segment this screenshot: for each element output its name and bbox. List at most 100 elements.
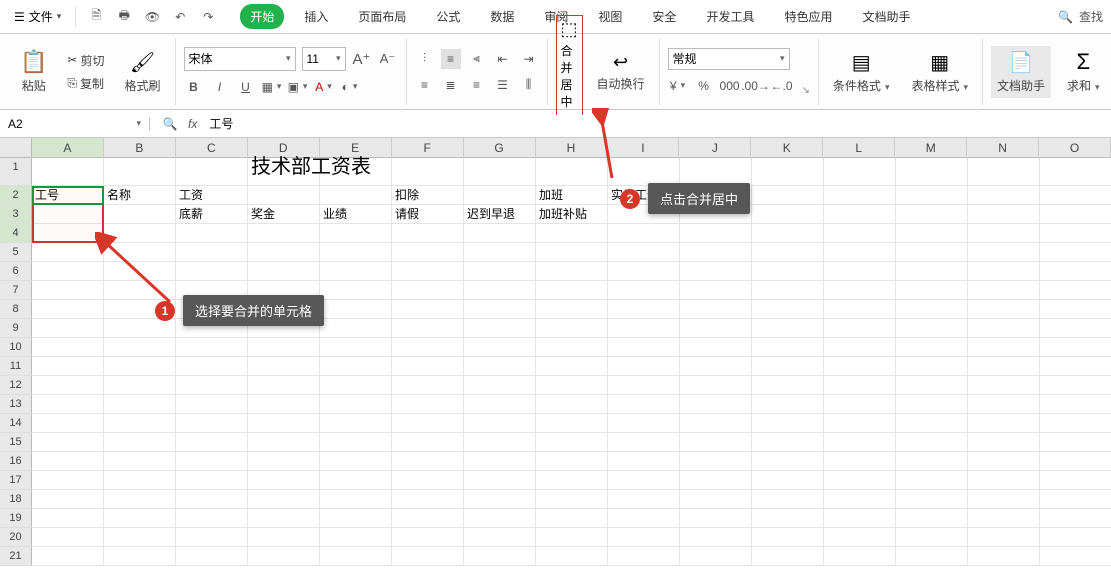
col-header-M[interactable]: M	[895, 138, 967, 158]
cell-B20[interactable]	[104, 528, 176, 547]
cell-J11[interactable]	[680, 357, 752, 376]
cell-H14[interactable]	[536, 414, 608, 433]
cell-A9[interactable]	[32, 319, 104, 338]
cell-K9[interactable]	[752, 319, 824, 338]
cell-F12[interactable]	[392, 376, 464, 395]
cell-N20[interactable]	[968, 528, 1040, 547]
cell-D19[interactable]	[248, 509, 320, 528]
cell-C15[interactable]	[176, 433, 248, 452]
cell-I5[interactable]	[608, 243, 680, 262]
cell-A8[interactable]	[32, 300, 104, 319]
cell-N16[interactable]	[968, 452, 1040, 471]
cell-A20[interactable]	[32, 528, 104, 547]
cell-H9[interactable]	[536, 319, 608, 338]
cell-C21[interactable]	[176, 547, 248, 566]
cell-F19[interactable]	[392, 509, 464, 528]
search-button[interactable]: 🔍 查找	[1058, 8, 1103, 25]
dialog-launcher-icon[interactable]: ↘	[802, 85, 810, 96]
cell-H1[interactable]	[536, 158, 608, 186]
cell-K18[interactable]	[752, 490, 824, 509]
cell-O14[interactable]	[1040, 414, 1111, 433]
cell-I2[interactable]: 实发工资	[608, 186, 680, 205]
cell-O18[interactable]	[1040, 490, 1111, 509]
cell-E16[interactable]	[320, 452, 392, 471]
cell-O12[interactable]	[1040, 376, 1111, 395]
cell-L11[interactable]	[824, 357, 896, 376]
cell-N6[interactable]	[968, 262, 1040, 281]
cell-G20[interactable]	[464, 528, 536, 547]
cell-I17[interactable]	[608, 471, 680, 490]
underline-button[interactable]: U	[236, 77, 256, 97]
cell-H12[interactable]	[536, 376, 608, 395]
cell-F5[interactable]	[392, 243, 464, 262]
cell-O16[interactable]	[1040, 452, 1111, 471]
cell-B6[interactable]	[104, 262, 176, 281]
cell-B11[interactable]	[104, 357, 176, 376]
cell-H4[interactable]	[536, 224, 608, 243]
merge-center-button[interactable]: ⬚ 合并居中 ▾	[556, 15, 583, 128]
row-header-12[interactable]: 12	[0, 376, 32, 395]
col-header-B[interactable]: B	[104, 138, 176, 158]
cell-N3[interactable]	[968, 205, 1040, 224]
cell-M15[interactable]	[896, 433, 968, 452]
cell-M2[interactable]	[896, 186, 968, 205]
row-header-1[interactable]: 1	[0, 158, 32, 186]
cell-K6[interactable]	[752, 262, 824, 281]
decrease-decimal-button[interactable]: ←.0	[772, 76, 792, 96]
save-icon[interactable]: 🗎	[86, 7, 106, 27]
cell-K11[interactable]	[752, 357, 824, 376]
increase-font-icon[interactable]: A⁺	[352, 49, 372, 69]
row-header-16[interactable]: 16	[0, 452, 32, 471]
cell-F13[interactable]	[392, 395, 464, 414]
row-header-17[interactable]: 17	[0, 471, 32, 490]
copy-button[interactable]: ⎘复制	[63, 73, 108, 94]
cell-I11[interactable]	[608, 357, 680, 376]
cell-N5[interactable]	[968, 243, 1040, 262]
col-header-G[interactable]: G	[464, 138, 536, 158]
cut-button[interactable]: ✂剪切	[63, 50, 108, 71]
cell-J14[interactable]	[680, 414, 752, 433]
row-header-8[interactable]: 8	[0, 300, 32, 319]
cell-N10[interactable]	[968, 338, 1040, 357]
cell-G16[interactable]	[464, 452, 536, 471]
cell-J16[interactable]	[680, 452, 752, 471]
cell-C1[interactable]	[176, 158, 248, 186]
cell-I1[interactable]	[608, 158, 680, 186]
align-middle-icon[interactable]: ≡	[441, 49, 461, 69]
cell-B4[interactable]	[104, 224, 176, 243]
cell-J5[interactable]	[680, 243, 752, 262]
cell-L14[interactable]	[824, 414, 896, 433]
cell-G14[interactable]	[464, 414, 536, 433]
decrease-indent-icon[interactable]: ⇤	[493, 49, 513, 69]
paste-button[interactable]: 📋 粘贴	[14, 45, 53, 98]
cell-H6[interactable]	[536, 262, 608, 281]
cell-M10[interactable]	[896, 338, 968, 357]
tab-page-layout[interactable]: 页面布局	[348, 4, 416, 29]
wrap-text-button[interactable]: ↩ 自动换行	[591, 48, 651, 96]
cell-G17[interactable]	[464, 471, 536, 490]
table-style-button[interactable]: ▦ 表格样式▾	[905, 46, 974, 98]
print-preview-icon[interactable]: 👁	[142, 7, 162, 27]
fill-handle[interactable]	[101, 240, 107, 246]
cell-B12[interactable]	[104, 376, 176, 395]
increase-decimal-button[interactable]: .00→	[746, 76, 766, 96]
cell-O21[interactable]	[1040, 547, 1111, 566]
cell-M9[interactable]	[896, 319, 968, 338]
cell-O17[interactable]	[1040, 471, 1111, 490]
col-header-D[interactable]: D	[248, 138, 320, 158]
cell-G12[interactable]	[464, 376, 536, 395]
cell-J4[interactable]	[680, 224, 752, 243]
cell-A12[interactable]	[32, 376, 104, 395]
font-size-select[interactable]: 11▾	[302, 47, 346, 71]
cell-K15[interactable]	[752, 433, 824, 452]
cell-M6[interactable]	[896, 262, 968, 281]
cell-E21[interactable]	[320, 547, 392, 566]
tab-doc-helper[interactable]: 文档助手	[852, 4, 920, 29]
cell-C13[interactable]	[176, 395, 248, 414]
cell-O1[interactable]	[1040, 158, 1111, 186]
cell-F18[interactable]	[392, 490, 464, 509]
cell-E2[interactable]	[320, 186, 392, 205]
cell-F11[interactable]	[392, 357, 464, 376]
cell-D11[interactable]	[248, 357, 320, 376]
bold-button[interactable]: B	[184, 77, 204, 97]
